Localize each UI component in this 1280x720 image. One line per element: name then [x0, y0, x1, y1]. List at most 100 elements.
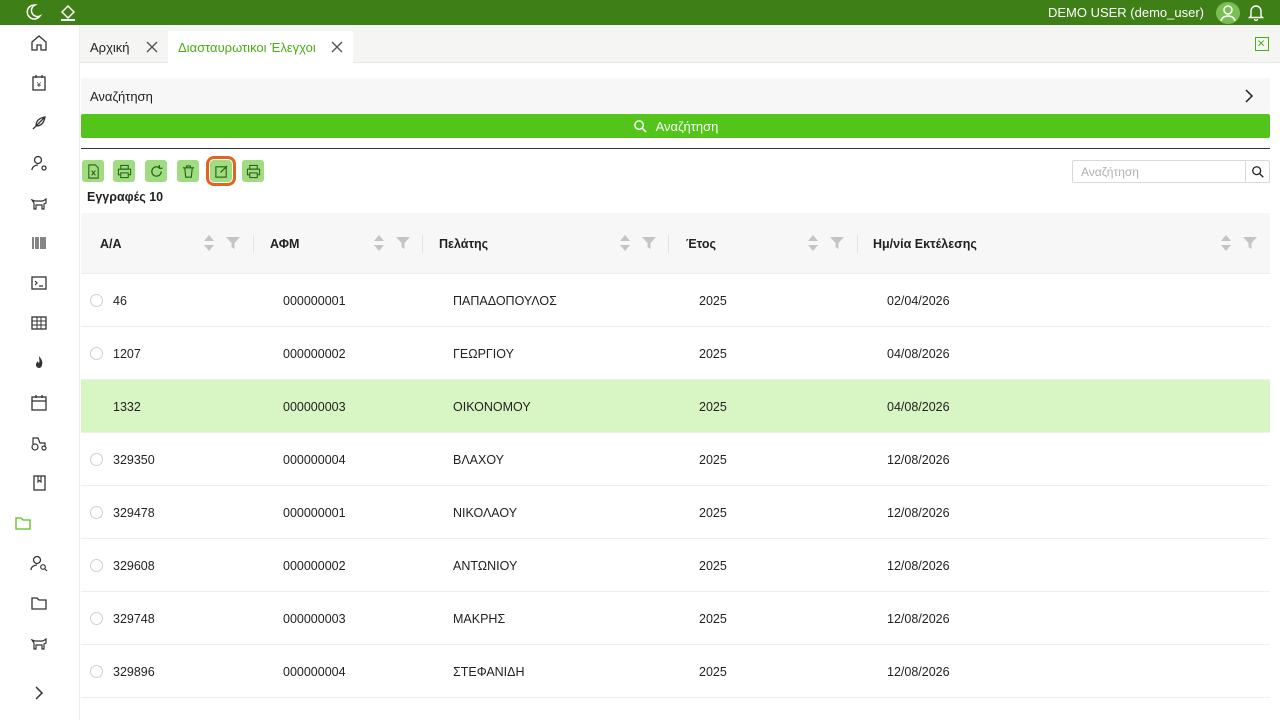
- row-radio[interactable]: [90, 347, 103, 360]
- cell-date: 04/08/2026: [887, 399, 950, 414]
- tab-bar: Αρχική Διασταυρωτικοι Έλεγχοι: [80, 25, 1280, 63]
- tab-cross-checks[interactable]: Διασταυρωτικοι Έλεγχοι: [168, 31, 353, 63]
- table-row[interactable]: 329350 000000004 ΒΛΑΧΟΥ 2025 12/08/2026: [81, 433, 1270, 486]
- sort-icon[interactable]: [1220, 233, 1232, 253]
- row-radio[interactable]: [90, 294, 103, 307]
- calendar-icon[interactable]: [30, 394, 48, 412]
- sort-icon[interactable]: [373, 233, 385, 253]
- delete-icon: [182, 164, 194, 178]
- calendar-tax-icon[interactable]: ¥: [30, 74, 48, 92]
- close-icon[interactable]: [144, 39, 160, 55]
- book-icon[interactable]: [30, 474, 48, 492]
- column-separator: [857, 235, 858, 253]
- paint-bucket-icon[interactable]: [59, 3, 77, 21]
- table-icon[interactable]: [30, 314, 48, 332]
- moon-icon[interactable]: [24, 3, 43, 21]
- column-separator: [253, 235, 254, 253]
- folder-active-icon[interactable]: [14, 514, 32, 532]
- cow-icon[interactable]: [30, 634, 48, 652]
- cell-year: 2025: [699, 505, 727, 520]
- cell-year: 2025: [699, 664, 727, 679]
- search-panel-header[interactable]: Αναζήτηση: [81, 78, 1270, 114]
- refresh-button[interactable]: [145, 160, 167, 182]
- flame-icon[interactable]: [30, 354, 48, 372]
- chevron-right-icon[interactable]: [1242, 87, 1256, 105]
- row-radio[interactable]: [90, 665, 103, 678]
- bell-icon[interactable]: [1247, 3, 1265, 22]
- tractor-icon[interactable]: [30, 434, 48, 452]
- user-name[interactable]: DEMO USER (demo_user): [1048, 5, 1204, 20]
- column-label: ΑΦΜ: [270, 236, 300, 251]
- cell-afm: 000000004: [283, 452, 346, 467]
- table-row[interactable]: 46 000000001 ΠΑΠΑΔΟΠΟΥΛΟΣ 2025 02/04/202…: [81, 274, 1270, 327]
- print-alt-button[interactable]: [242, 160, 264, 182]
- column-separator: [422, 235, 423, 253]
- row-radio[interactable]: [90, 559, 103, 572]
- terminal-icon[interactable]: [30, 274, 48, 292]
- table-row[interactable]: 329478 000000001 ΝΙΚΟΛΑΟΥ 2025 12/08/202…: [81, 486, 1270, 539]
- column-header-aa[interactable]: Α/Α: [100, 213, 122, 274]
- sort-icon[interactable]: [203, 233, 215, 253]
- search-icon[interactable]: [1245, 161, 1269, 182]
- cell-client: ΝΙΚΟΛΑΟΥ: [453, 505, 518, 520]
- animal-icon[interactable]: [30, 194, 48, 212]
- table-row[interactable]: 329608 000000002 ΑΝΤΩΝΙΟΥ 2025 12/08/202…: [81, 539, 1270, 592]
- print-button[interactable]: [113, 160, 135, 182]
- cell-client: ΠΑΠΑΔΟΠΟΥΛΟΣ: [453, 293, 557, 308]
- row-radio[interactable]: [90, 612, 103, 625]
- cell-year: 2025: [699, 611, 727, 626]
- folder-icon[interactable]: [30, 594, 48, 612]
- excel-export-button[interactable]: [82, 160, 104, 182]
- cell-date: 12/08/2026: [887, 558, 950, 573]
- search-button-label: Αναζήτηση: [655, 118, 719, 134]
- edit-icon: [214, 164, 228, 178]
- barcode-icon[interactable]: [30, 234, 48, 252]
- filter-icon[interactable]: [226, 237, 240, 249]
- edit-button[interactable]: [206, 156, 236, 186]
- cell-afm: 000000003: [283, 399, 346, 414]
- table-row[interactable]: 1207 000000002 ΓΕΩΡΓΙΟΥ 2025 04/08/2026: [81, 327, 1270, 380]
- close-all-tabs-icon[interactable]: [1255, 37, 1269, 51]
- sort-icon[interactable]: [619, 233, 631, 253]
- filter-icon[interactable]: [1243, 237, 1257, 249]
- tab-home[interactable]: Αρχική: [80, 31, 168, 63]
- table-row[interactable]: 329896 000000004 ΣΤΕΦΑΝΙΔΗ 2025 12/08/20…: [81, 645, 1270, 698]
- expand-chevron-icon[interactable]: [30, 684, 48, 702]
- feather-icon[interactable]: [30, 114, 48, 132]
- delete-button[interactable]: [177, 160, 199, 182]
- filter-icon[interactable]: [396, 237, 410, 249]
- user-avatar-icon[interactable]: [1216, 2, 1240, 24]
- cell-date: 04/08/2026: [887, 346, 950, 361]
- cell-afm: 000000004: [283, 664, 346, 679]
- row-radio[interactable]: [90, 453, 103, 466]
- column-header-exec-date[interactable]: Ημ/νία Εκτέλεσης: [873, 213, 977, 274]
- row-radio[interactable]: [90, 506, 103, 519]
- search-button[interactable]: Αναζήτηση: [81, 114, 1270, 138]
- user-settings-icon[interactable]: [30, 154, 48, 172]
- table-row-selected[interactable]: 1332 000000003 ΟΙΚΟΝΟΜΟΥ 2025 04/08/2026: [81, 380, 1270, 433]
- column-header-client[interactable]: Πελάτης: [439, 213, 488, 274]
- table-search-input[interactable]: [1073, 161, 1247, 182]
- cell-aa: 46: [113, 293, 127, 308]
- table-row[interactable]: 329748 000000003 ΜΑΚΡΗΣ 2025 12/08/2026: [81, 592, 1270, 645]
- cell-afm: 000000002: [283, 558, 346, 573]
- filter-icon[interactable]: [830, 237, 844, 249]
- cell-client: ΟΙΚΟΝΟΜΟΥ: [453, 399, 531, 414]
- table-header: Α/Α ΑΦΜ Πελάτης Έτος Ημ/νία Εκτέλεσης: [81, 213, 1270, 274]
- cell-afm: 000000001: [283, 505, 346, 520]
- cell-aa: 1207: [113, 346, 141, 361]
- column-header-afm[interactable]: ΑΦΜ: [270, 213, 299, 274]
- cell-date: 12/08/2026: [887, 611, 950, 626]
- cell-date: 12/08/2026: [887, 664, 950, 679]
- cell-year: 2025: [699, 452, 727, 467]
- home-icon[interactable]: [30, 34, 48, 52]
- column-header-year[interactable]: Έτος: [686, 213, 716, 274]
- refresh-icon: [150, 164, 163, 177]
- close-icon[interactable]: [329, 39, 345, 55]
- sort-icon[interactable]: [807, 233, 819, 253]
- user-search-icon[interactable]: [30, 554, 48, 572]
- table-search: [1072, 160, 1270, 183]
- filter-icon[interactable]: [642, 237, 656, 249]
- column-label: Πελάτης: [439, 236, 489, 251]
- cell-year: 2025: [699, 346, 727, 361]
